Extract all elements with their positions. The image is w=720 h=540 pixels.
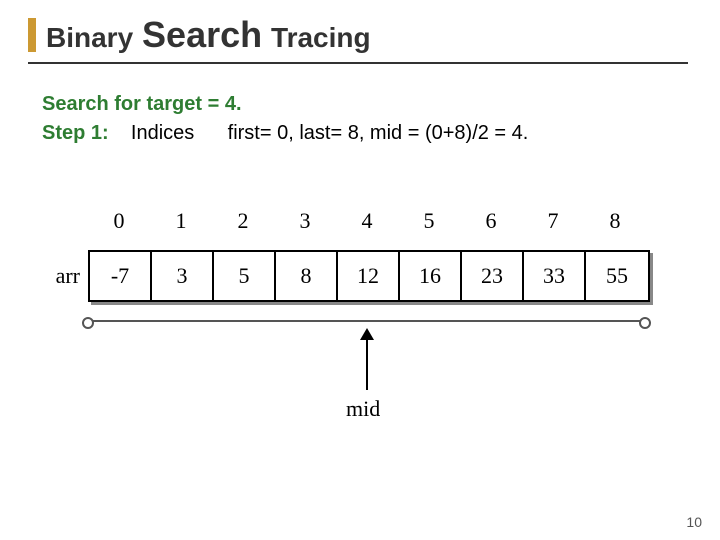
title-word-1: Binary bbox=[46, 22, 133, 53]
mid-arrow-icon bbox=[366, 330, 368, 390]
page-number: 10 bbox=[686, 514, 702, 530]
title-word-3: Tracing bbox=[271, 22, 371, 53]
index-cell: 1 bbox=[150, 208, 212, 234]
array-cell: 8 bbox=[276, 252, 338, 300]
step-label: Step 1: bbox=[42, 122, 109, 144]
range-indicator bbox=[88, 320, 645, 322]
array-cell: 12 bbox=[338, 252, 400, 300]
index-cell: 4 bbox=[336, 208, 398, 234]
array-cells: -7 3 5 8 12 16 23 33 55 bbox=[88, 250, 650, 302]
search-target-text: Search for target = 4. bbox=[42, 93, 242, 115]
array-cell: 33 bbox=[524, 252, 586, 300]
index-cell: 8 bbox=[584, 208, 646, 234]
step-line: Step 1: Indices first= 0, last= 8, mid =… bbox=[42, 119, 682, 148]
array-cell: 23 bbox=[462, 252, 524, 300]
array-row: arr -7 3 5 8 12 16 23 33 55 bbox=[44, 250, 650, 302]
array-cell: -7 bbox=[90, 252, 152, 300]
array-cell: 55 bbox=[586, 252, 648, 300]
array-cell: 3 bbox=[152, 252, 214, 300]
title-underline bbox=[28, 62, 688, 64]
array-label: arr bbox=[44, 263, 80, 289]
index-cell: 5 bbox=[398, 208, 460, 234]
index-cell: 6 bbox=[460, 208, 522, 234]
indices-values-text: first= 0, last= 8, mid = (0+8)/2 = 4. bbox=[228, 122, 529, 144]
index-cell: 0 bbox=[88, 208, 150, 234]
index-cell: 7 bbox=[522, 208, 584, 234]
body-text: Search for target = 4. Step 1: Indices f… bbox=[42, 90, 682, 148]
array-cell: 5 bbox=[214, 252, 276, 300]
search-target-line: Search for target = 4. bbox=[42, 90, 682, 119]
index-row: 0 1 2 3 4 5 6 7 8 bbox=[88, 208, 646, 234]
index-cell: 3 bbox=[274, 208, 336, 234]
mid-label: mid bbox=[346, 396, 380, 422]
indices-label: Indices bbox=[131, 122, 194, 144]
title-block: Binary Search Tracing bbox=[28, 14, 688, 56]
index-cell: 2 bbox=[212, 208, 274, 234]
slide: Binary Search Tracing Search for target … bbox=[0, 0, 720, 540]
slide-title: Binary Search Tracing bbox=[46, 14, 688, 56]
title-word-2: Search bbox=[142, 14, 262, 55]
accent-bar bbox=[28, 18, 36, 52]
array-cell: 16 bbox=[400, 252, 462, 300]
